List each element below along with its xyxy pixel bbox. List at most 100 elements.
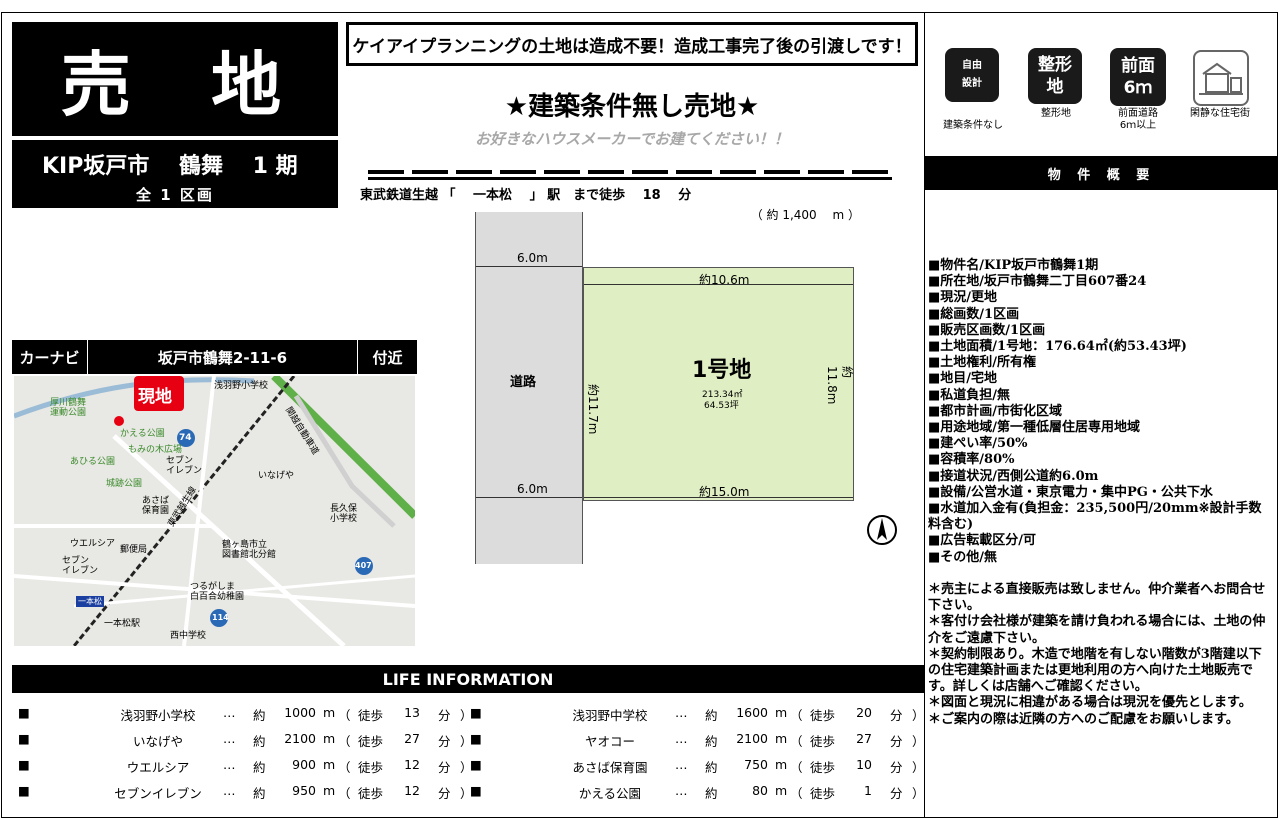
summary-item: ■用途地域/第一種低層住居専用地域: [928, 420, 1141, 436]
walk-min: 10: [856, 757, 872, 772]
map-place: 鶴ヶ島市立 図書館北分館: [222, 540, 277, 560]
side-left: 約11.7m: [586, 384, 600, 435]
summary-item: ■販売区画数/1区画: [928, 322, 1046, 338]
unit-m: m: [323, 783, 336, 798]
railway-line-top: [368, 170, 892, 174]
bullet: ■: [470, 757, 482, 772]
bullet: ■: [470, 705, 482, 720]
summary-item: ■地目/宅地: [928, 371, 998, 387]
life-info-row: ■ 浅羽野小学校… 約 1000 m （徒歩 13 分）: [18, 705, 473, 725]
lot-number: 1号地: [692, 358, 752, 383]
dots: …: [675, 783, 688, 798]
map-place: あさば 保育園: [142, 496, 170, 516]
approx: 約: [705, 708, 718, 723]
summary-item: ■物件名/KIP坂戸市鶴舞1期: [928, 258, 1099, 273]
dots: …: [675, 731, 688, 746]
paren: ）: [912, 734, 925, 749]
map-header: カーナビ 坂戸市鶴舞2-11-6 付近: [12, 340, 417, 374]
bullet: ■: [18, 757, 30, 772]
life-info-row: ■ ウエルシア… 約 900 m （徒歩 12 分）: [18, 757, 473, 777]
unit-m: m: [775, 731, 788, 746]
unit-m: m: [323, 705, 336, 720]
features-panel: 自由 設計 建築条件なし 整形 地 整形地 前面 6ｍ 前面道路 6ｍ以上 閑静…: [925, 22, 1278, 156]
unit-min: 分: [890, 708, 903, 723]
paren: （: [338, 734, 351, 749]
walk-min: 1: [864, 783, 872, 798]
place-name: ウエルシア: [126, 760, 190, 775]
walk-label: 徒歩: [810, 760, 836, 775]
walk-min: 27: [856, 731, 872, 746]
summary-item: ■現況/更地: [928, 290, 998, 306]
approx: 約: [705, 760, 718, 775]
dim-line: [476, 497, 582, 498]
distance-m: 80: [752, 783, 768, 798]
map-place: セブン イレブン: [62, 556, 99, 576]
walk-label: 徒歩: [810, 786, 836, 801]
map-place: 城跡公園: [106, 479, 143, 489]
summary-item: ■私道負担/無: [928, 387, 1011, 403]
headline: ★建築条件無し売地★: [504, 92, 760, 122]
free-design-icon: 自由 設計: [945, 48, 999, 102]
walk-label: 徒歩: [810, 708, 836, 723]
unit-m: m: [775, 757, 788, 772]
unit-min: 分: [438, 734, 451, 749]
paren: （: [790, 734, 803, 749]
paren: （: [338, 708, 351, 723]
summary-item: ■容積率/80%: [928, 452, 1015, 468]
walk-label: 徒歩: [358, 786, 384, 801]
dots: …: [675, 757, 688, 772]
unit-min: 分: [438, 760, 451, 775]
road-width-top: 6.0m: [517, 251, 548, 265]
feature-caption: 前面道路 6ｍ以上: [1118, 108, 1158, 131]
shaped-lot-icon: 整形 地: [1028, 48, 1082, 104]
approx: 約: [705, 734, 718, 749]
car-nav-label: カーナビ: [12, 340, 88, 374]
unit-min: 分: [890, 786, 903, 801]
feature-caption: 閑静な住宅街: [1190, 108, 1250, 119]
dots: …: [675, 705, 688, 720]
map-place: 郵便局: [120, 545, 148, 555]
map-place: 長久保 小学校: [330, 504, 358, 524]
route-number: 114: [212, 613, 229, 622]
summary-heading: 物 件 概 要: [925, 156, 1278, 190]
paren: ）: [912, 760, 925, 775]
area-map: 現地 浅羽野小学校 厚川鶴舞 運動公園 かえる公園 もみの木広場 あひる公園 セ…: [14, 376, 415, 646]
summary-item: ■土地面積/1号地：176.64㎡(約53.43坪): [928, 339, 1187, 355]
distance-m: 900: [292, 757, 316, 772]
life-info-row: ■ セブンイレブン… 約 950 m （徒歩 12 分）: [18, 783, 473, 803]
current-location-label: 現地: [138, 387, 172, 407]
map-place: いなげや: [258, 471, 295, 481]
approx: 約: [253, 708, 266, 723]
route-number: 74: [179, 433, 192, 443]
walk-min: 12: [404, 783, 420, 798]
distance-m: 1000: [284, 705, 316, 720]
unit-min: 分: [890, 760, 903, 775]
map-place: もみの木広場: [128, 445, 183, 455]
note-item: ＊ご案内の際は近隣の方へのご配慮をお願いします。: [928, 711, 1239, 727]
station-distance: （ 約 1,400 m ）: [750, 208, 860, 222]
unit-min: 分: [890, 734, 903, 749]
project-name: KIP坂戸市 鶴舞 1 期: [42, 154, 298, 179]
place-name: ヤオコー: [584, 734, 635, 749]
unit-m: m: [775, 783, 788, 798]
map-place: 西中学校: [170, 631, 207, 641]
distance-m: 750: [744, 757, 768, 772]
summary-item: ■水道加入金有(負担金：235,500円/20mm※設計手数料含む): [928, 501, 1262, 533]
dim-line: [476, 266, 582, 267]
paren: （: [338, 760, 351, 775]
map-place: セブン イレブン: [166, 456, 203, 476]
place-name: 浅羽野中学校: [572, 708, 648, 723]
lot-1: 約10.6m 約15.0m 約11.7m 約11.8m 1号地 213.34㎡ …: [583, 267, 854, 501]
place-name: あさば保育園: [572, 760, 648, 775]
walk-label: 徒歩: [358, 760, 384, 775]
summary-item: ■都市計画/市街化区域: [928, 403, 1063, 419]
summary-item: ■広告転載区分/可: [928, 533, 1037, 549]
map-place: 一本松駅: [104, 619, 141, 629]
summary-item: ■その他/無: [928, 549, 998, 565]
walk-min: 20: [856, 705, 872, 720]
life-info-row: ■ 浅羽野中学校 … 約 1600 m （ 徒歩 20 分 ）: [470, 705, 925, 725]
dots: …: [223, 783, 236, 798]
paren: （: [338, 786, 351, 801]
unit-m: m: [323, 757, 336, 772]
quiet-residential-icon: [1193, 50, 1249, 106]
